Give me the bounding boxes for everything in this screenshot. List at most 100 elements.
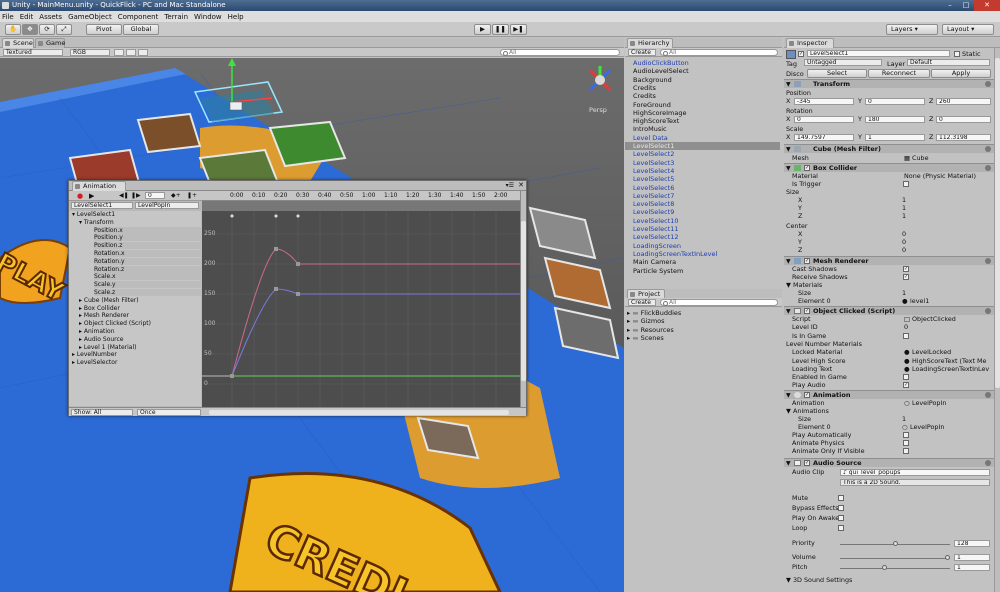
hierarchy-item[interactable]: IntroMusic (633, 125, 667, 133)
hierarchy-item[interactable]: LoadingScreenTextInLevel (633, 250, 717, 258)
layer-dropdown[interactable]: Default (907, 59, 990, 66)
hierarchy-item[interactable]: Credits (633, 92, 656, 100)
rotate-tool-icon[interactable]: ⟳ (39, 24, 55, 35)
menu-window[interactable]: Window (194, 13, 222, 21)
animate-visible-checkbox[interactable] (903, 448, 909, 454)
scene-search-input[interactable]: All (500, 49, 620, 56)
hierarchy-item[interactable]: ForeGround (633, 101, 671, 109)
anim-tree-item[interactable]: ▸ Animation (79, 328, 199, 335)
object-clicked-header[interactable]: ▼ ✓ Object Clicked (Script) (784, 306, 994, 315)
anim-hscrollbar[interactable] (209, 410, 509, 415)
close-icon[interactable]: ✕ (974, 0, 1000, 11)
hierarchy-item[interactable]: LevelSelect1 (625, 142, 780, 150)
audio-source-gear-icon[interactable] (985, 460, 991, 466)
collider-center-z[interactable]: 0 (902, 246, 906, 255)
animation-close-icon[interactable]: ✕ (518, 181, 524, 189)
record-icon[interactable]: ● (77, 192, 83, 200)
object-clicked-gear-icon[interactable] (985, 308, 991, 314)
project-folder[interactable]: ▸ ▬ Scenes (627, 334, 664, 342)
scale-tool-icon[interactable]: ⤢ (56, 24, 72, 35)
project-folder[interactable]: ▸ ▬ Gizmos (627, 317, 665, 325)
materials-element0-value[interactable]: level1 (910, 297, 929, 306)
priority-field[interactable]: 128 (954, 540, 990, 547)
prefab-select-button[interactable]: Select (807, 69, 867, 78)
hierarchy-item[interactable]: LevelSelect9 (633, 208, 674, 216)
priority-slider-knob[interactable] (892, 541, 898, 546)
anim-tree-item[interactable]: ▸ Box Collider (79, 305, 199, 312)
pitch-slider[interactable] (840, 568, 950, 569)
prefab-reconnect-button[interactable]: Reconnect (868, 69, 930, 78)
tab-hierarchy[interactable]: Hierarchy (627, 38, 673, 48)
mesh-value[interactable]: Cube (912, 154, 929, 163)
project-search-input[interactable]: All (660, 299, 778, 306)
maximize-icon[interactable]: □ (958, 0, 974, 11)
anim-play-icon[interactable]: ▶ (89, 192, 94, 200)
anim-tree-item[interactable]: Rotation.z (94, 265, 214, 273)
anim-tree-item[interactable]: Position.x (94, 226, 214, 234)
hierarchy-item[interactable]: AudioClickButton (633, 59, 689, 67)
bypass-checkbox[interactable] (838, 505, 844, 511)
anim-tree-item[interactable]: ▾ Transform (79, 219, 199, 226)
global-toggle[interactable]: Global (123, 24, 159, 35)
object-clicked-checkbox[interactable] (903, 374, 909, 381)
menu-file[interactable]: File (2, 13, 14, 21)
tab-animation[interactable]: Animation (72, 181, 126, 191)
step-button[interactable]: ▶❚ (510, 24, 527, 35)
hierarchy-item[interactable]: LevelSelect10 (633, 217, 678, 225)
mesh-renderer-header[interactable]: ▼ ✓ Mesh Renderer (784, 256, 994, 265)
active-checkbox[interactable]: ✓ (798, 51, 804, 57)
anim-object-dropdown[interactable]: LevelSelect1 (71, 202, 133, 209)
hierarchy-item[interactable]: LevelSelect2 (633, 150, 674, 158)
scene-audio-icon[interactable] (138, 49, 148, 56)
add-keyframe-icon[interactable]: ◆+ (171, 192, 181, 199)
anim-tree-item[interactable]: Rotation.y (94, 257, 214, 265)
curve-keys[interactable] (230, 247, 300, 378)
volume-slider-knob[interactable] (945, 555, 950, 560)
add-event-icon[interactable]: ❚+ (187, 192, 197, 199)
prefab-apply-button[interactable]: Apply (931, 69, 991, 78)
curve-scale-x[interactable] (231, 248, 520, 377)
scene-lighting-icon[interactable] (114, 49, 124, 56)
volume-slider[interactable] (840, 558, 950, 559)
hierarchy-item[interactable]: LevelSelect7 (633, 192, 674, 200)
static-checkbox[interactable] (954, 51, 960, 57)
next-key-icon[interactable]: ❚▶ (131, 192, 141, 199)
hierarchy-item[interactable]: Level Data (633, 134, 668, 142)
animation-gear-icon[interactable] (985, 392, 991, 398)
scale-z-field[interactable]: 112.3198 (936, 134, 991, 141)
play-button[interactable]: ▶ (474, 24, 491, 35)
object-clicked-enabled-checkbox[interactable]: ✓ (804, 308, 810, 314)
move-tool-icon[interactable]: ✥ (22, 24, 38, 35)
rotation-y-field[interactable]: 180 (865, 116, 925, 123)
anim-tree-item[interactable]: ▸ Level 1 (Material) (79, 344, 199, 351)
hierarchy-item[interactable]: Main Camera (633, 258, 676, 266)
menu-help[interactable]: Help (228, 13, 244, 21)
curve-editor[interactable]: 0:00 0:10 0:20 0:30 0:40 0:50 1:00 1:10 1:20 1:30… (202, 191, 520, 407)
hierarchy-item[interactable]: Credits (633, 84, 656, 92)
hierarchy-item[interactable]: LevelSelect11 (633, 225, 678, 233)
anim-tree-item[interactable]: Scale.x (94, 273, 214, 281)
animation-comp-header[interactable]: ▼ ✓ Animation (784, 390, 994, 399)
box-collider-gear-icon[interactable] (985, 165, 991, 171)
object-name-field[interactable]: LevelSelect1 (807, 50, 950, 57)
anim-tree-item[interactable]: ▸ LevelSelector (72, 359, 192, 366)
box-collider-enabled-checkbox[interactable]: ✓ (804, 165, 810, 171)
hierarchy-item[interactable]: LevelSelect5 (633, 175, 674, 183)
scale-x-field[interactable]: 149.7597 (794, 134, 854, 141)
hierarchy-item[interactable]: LevelSelect8 (633, 200, 674, 208)
scale-y-field[interactable]: 1 (865, 134, 925, 141)
transform-header[interactable]: ▼ Transform (784, 79, 994, 88)
anim-tree-item[interactable]: ▾ LevelSelect1 (72, 211, 192, 218)
animation-enabled-checkbox[interactable]: ✓ (804, 392, 810, 398)
inspector-scrollbar-thumb[interactable] (995, 58, 1000, 388)
show-filter-dropdown[interactable]: Show: All (71, 409, 133, 416)
menu-component[interactable]: Component (118, 13, 159, 21)
layout-dropdown[interactable]: Layout ▾ (942, 24, 994, 35)
hierarchy-item[interactable]: HighScoreImage (633, 109, 687, 117)
animate-physics-checkbox[interactable] (903, 440, 909, 446)
tab-game[interactable]: Game (35, 38, 65, 48)
color-mode-dropdown[interactable]: RGB (70, 49, 110, 56)
position-y-field[interactable]: 0 (865, 98, 925, 105)
collider-size-z[interactable]: 1 (902, 212, 906, 221)
anim-clip-dropdown[interactable]: LevelPopIn (135, 202, 199, 209)
